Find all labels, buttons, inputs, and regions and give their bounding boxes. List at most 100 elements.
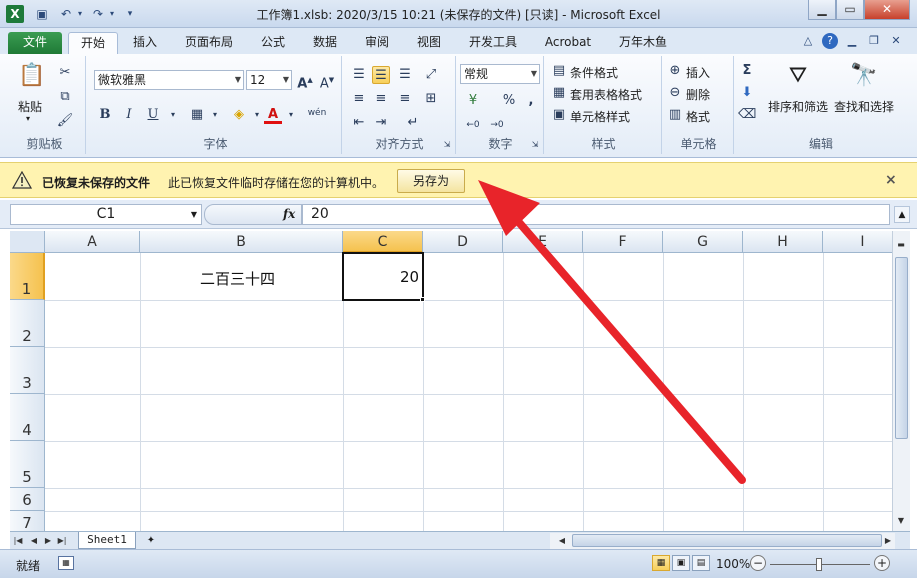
column-header-d[interactable]: D <box>423 231 503 253</box>
zoom-out-icon[interactable]: − <box>750 555 766 571</box>
row-header-3[interactable]: 3 <box>10 347 45 394</box>
restore-button[interactable]: ▭ <box>836 0 864 20</box>
name-box[interactable]: C1 ▼ <box>10 204 202 225</box>
doc-restore-icon[interactable]: ❐ <box>866 33 882 49</box>
row-header-4[interactable]: 4 <box>10 394 45 441</box>
cut-icon[interactable]: ✂ <box>56 64 74 82</box>
wrap-text-icon[interactable]: ↵ <box>404 114 422 132</box>
autosum-button[interactable]: Σ <box>738 62 756 80</box>
column-header-c[interactable]: C <box>343 231 423 253</box>
phonetic-guide-icon[interactable]: wén <box>304 104 330 122</box>
cell-styles-button[interactable]: 单元格样式 <box>570 108 630 125</box>
sort-filter-icon[interactable]: ⛛ <box>782 60 814 92</box>
decrease-indent-icon[interactable]: ⇤ <box>350 114 368 132</box>
tab-data[interactable]: 数据 <box>304 32 346 54</box>
formula-input[interactable]: 20 <box>302 204 890 225</box>
expand-formula-bar-icon[interactable]: ▲ <box>894 206 910 223</box>
format-painter-icon[interactable]: 🖌 <box>56 112 74 130</box>
zoom-slider-thumb[interactable] <box>816 558 822 571</box>
page-break-view-button[interactable]: ▤ <box>692 555 710 571</box>
comma-style-button[interactable]: , <box>522 92 540 110</box>
format-as-table-button[interactable]: 套用表格格式 <box>570 86 642 103</box>
doc-minimize-icon[interactable]: ▁ <box>844 33 860 49</box>
help-icon[interactable]: ? <box>822 33 838 49</box>
tab-acrobat[interactable]: Acrobat <box>536 32 600 54</box>
chevron-down-icon[interactable]: ▼ <box>191 205 197 224</box>
fill-icon[interactable]: ⬇ <box>738 84 756 102</box>
vertical-scrollbar[interactable]: ▬ ▼ <box>892 231 910 531</box>
row-header-2[interactable]: 2 <box>10 300 45 347</box>
vertical-scroll-thumb[interactable] <box>895 257 908 439</box>
tab-view[interactable]: 视图 <box>408 32 450 54</box>
column-header-h[interactable]: H <box>743 231 823 253</box>
horizontal-scroll-thumb[interactable] <box>572 534 882 547</box>
percent-style-button[interactable]: % <box>500 92 518 110</box>
borders-dropdown-icon[interactable]: ▾ <box>206 106 224 124</box>
font-size-select[interactable]: 12 ▼ <box>246 70 292 90</box>
cell-b1[interactable]: 二百三十四 <box>200 268 275 289</box>
clear-icon[interactable]: ⌫ <box>738 106 756 124</box>
select-all-corner[interactable] <box>10 231 45 253</box>
scroll-right-icon[interactable]: ▶ <box>880 533 896 549</box>
increase-indent-icon[interactable]: ⇥ <box>372 114 390 132</box>
column-header-f[interactable]: F <box>583 231 663 253</box>
column-header-e[interactable]: E <box>503 231 583 253</box>
tab-review[interactable]: 审阅 <box>356 32 398 54</box>
tab-wannian-muyu[interactable]: 万年木鱼 <box>610 32 676 54</box>
tab-home[interactable]: 开始 <box>68 32 118 54</box>
row-header-1[interactable]: 1 <box>10 253 45 300</box>
bold-button[interactable]: B <box>96 106 114 124</box>
fill-color-icon[interactable]: ◈ <box>230 106 248 124</box>
accounting-format-icon[interactable]: ¥ <box>464 92 482 110</box>
worksheet-grid[interactable]: A B C D E F G H I 1 2 3 4 5 6 7 二百三十四 20 <box>10 231 892 531</box>
italic-button[interactable]: I <box>120 106 138 124</box>
close-infobar-icon[interactable]: × <box>885 172 897 188</box>
align-left-icon[interactable]: ≡ <box>350 90 368 108</box>
align-top-icon[interactable]: ☰ <box>350 66 368 84</box>
column-header-a[interactable]: A <box>45 231 140 253</box>
fill-handle[interactable] <box>420 297 425 302</box>
font-color-icon[interactable]: A <box>264 106 282 124</box>
grow-font-icon[interactable]: A▲ <box>296 71 314 91</box>
close-button[interactable]: ✕ <box>864 0 910 20</box>
row-header-7[interactable]: 7 <box>10 511 45 531</box>
sort-filter-button[interactable]: 排序和筛选 <box>768 98 828 115</box>
align-bottom-icon[interactable]: ☰ <box>396 66 414 84</box>
zoom-in-icon[interactable]: + <box>874 555 890 571</box>
cell-c1[interactable]: 20 <box>400 268 419 286</box>
row-header-5[interactable]: 5 <box>10 441 45 488</box>
decrease-decimal-icon[interactable]: →0 <box>488 116 506 134</box>
normal-view-button[interactable]: ▦ <box>652 555 670 571</box>
insert-function-icon[interactable]: fx <box>283 207 295 221</box>
paste-icon[interactable]: 📋 <box>16 60 48 92</box>
first-sheet-icon[interactable]: |◀ <box>12 533 24 548</box>
insert-sheet-icon[interactable]: ✦ <box>140 533 162 548</box>
borders-icon[interactable]: ▦ <box>188 106 206 124</box>
format-cells-button[interactable]: 格式 <box>686 108 710 125</box>
column-header-g[interactable]: G <box>663 231 743 253</box>
minimize-button[interactable]: ▁ <box>808 0 836 20</box>
font-color-dropdown-icon[interactable]: ▾ <box>282 106 300 124</box>
scroll-left-icon[interactable]: ◀ <box>554 533 570 549</box>
number-format-select[interactable]: 常规 ▼ <box>460 64 540 84</box>
align-middle-icon[interactable]: ☰ <box>372 66 390 84</box>
macro-record-icon[interactable]: ▦ <box>58 556 74 570</box>
find-select-button[interactable]: 查找和选择 <box>834 98 894 115</box>
align-center-icon[interactable]: ≡ <box>372 90 390 108</box>
last-sheet-icon[interactable]: ▶| <box>56 533 68 548</box>
insert-cells-button[interactable]: 插入 <box>686 64 710 81</box>
tab-formulas[interactable]: 公式 <box>252 32 294 54</box>
paste-button[interactable]: 粘贴 <box>18 98 42 115</box>
paste-dropdown-icon[interactable]: ▾ <box>26 114 30 123</box>
find-select-icon[interactable]: 🔭 <box>848 60 880 92</box>
collapse-ribbon-icon[interactable]: △ <box>800 33 816 49</box>
underline-button[interactable]: U <box>144 106 162 124</box>
conditional-format-button[interactable]: 条件格式 <box>570 64 618 81</box>
tab-page-layout[interactable]: 页面布局 <box>176 32 242 54</box>
sheet-tab-sheet1[interactable]: Sheet1 <box>78 532 136 549</box>
tab-insert[interactable]: 插入 <box>124 32 166 54</box>
orientation-icon[interactable]: ⤢ <box>422 66 440 84</box>
underline-dropdown-icon[interactable]: ▾ <box>164 106 182 124</box>
row-header-6[interactable]: 6 <box>10 488 45 511</box>
scroll-down-icon[interactable]: ▼ <box>893 513 909 529</box>
